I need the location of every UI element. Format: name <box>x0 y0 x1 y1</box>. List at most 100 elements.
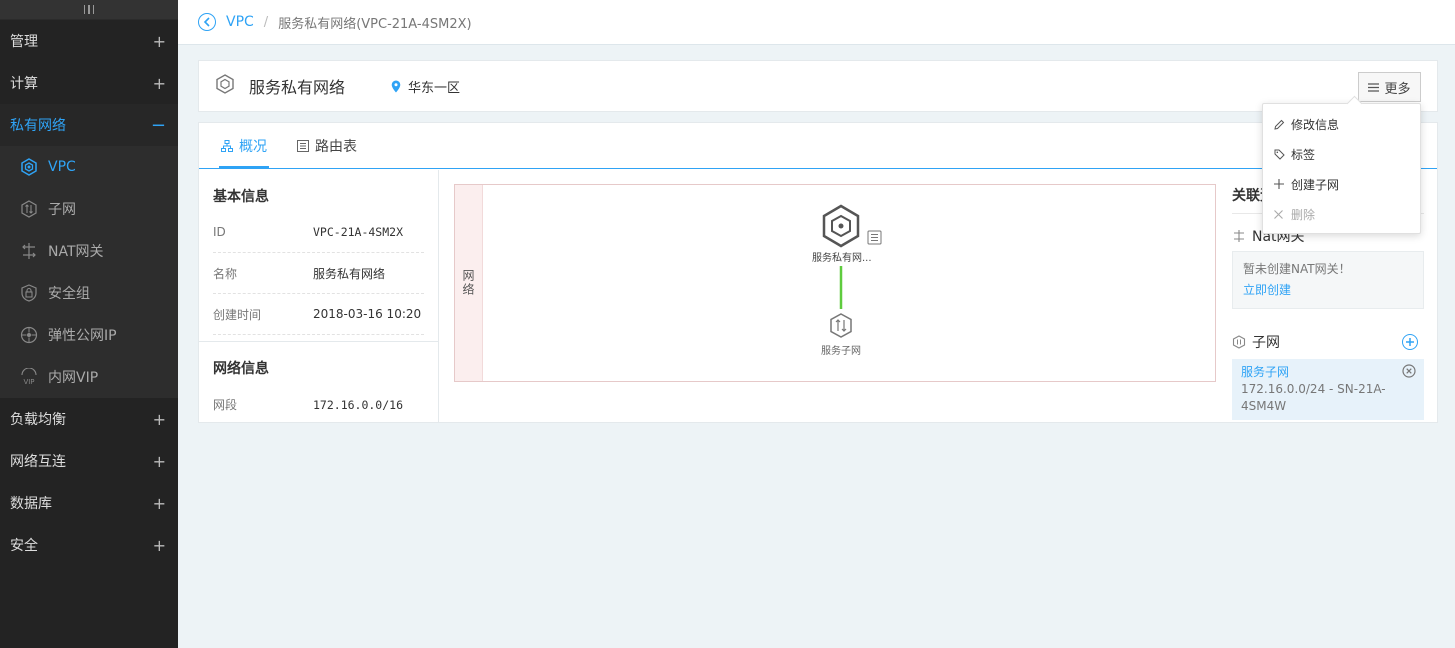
sidebar-group-private-network[interactable]: 私有网络 − <box>0 104 178 146</box>
expand-icon: + <box>152 73 166 93</box>
info-key: 创建时间 <box>213 307 262 322</box>
subnet-name-link[interactable]: 服务子网 <box>1241 364 1415 381</box>
menu-item-tags[interactable]: 标签 <box>1263 139 1420 169</box>
subnet-icon <box>20 200 38 218</box>
sidebar-item-subnet[interactable]: 子网 <box>0 188 178 230</box>
tab-label: 路由表 <box>315 138 357 155</box>
plus-icon <box>1274 179 1290 189</box>
breadcrumb-link-vpc[interactable]: VPC <box>226 14 254 30</box>
info-column: 基本信息 ID VPC-21A-4SM2X 名称 服务私有网络 创建时间 201… <box>199 170 439 423</box>
nat-empty-text: 暂未创建NAT网关！ <box>1243 262 1351 276</box>
detail-panel: 概况 路由表 基本信息 ID VPC-21A-4SM2X 名称 服务私有网络 创… <box>198 122 1438 423</box>
region-label: 华东一区 <box>408 80 461 96</box>
sidebar-group-label: 网络互连 <box>10 454 66 470</box>
menu-item-delete[interactable]: 删除 <box>1263 199 1420 229</box>
breadcrumb-separator: / <box>263 14 269 30</box>
menu-item-label: 删除 <box>1291 207 1316 222</box>
sidebar-group-label: 负载均衡 <box>10 412 66 428</box>
subnet-node-label: 服务子网 <box>821 346 861 357</box>
resource-header: 服务私有网络 华东一区 更多 <box>198 60 1438 112</box>
menu-icon <box>1368 82 1380 92</box>
sidebar-item-label: 子网 <box>48 202 76 218</box>
subnet-card: 服务子网 172.16.0.0/24 - SN-21A-4SM4W <box>1232 359 1424 420</box>
sidebar-submenu: VPC 子网 NAT网关 安全组 弹性公网IP VIP 内网VIP <box>0 146 178 398</box>
location-pin-icon <box>391 80 401 93</box>
menu-item-create-subnet[interactable]: 创建子网 <box>1263 169 1420 199</box>
info-key: 名称 <box>213 266 238 281</box>
sidebar-group-label: 数据库 <box>10 496 52 512</box>
page-title: 服务私有网络 <box>249 78 346 97</box>
breadcrumb-current: 服务私有网络(VPC-21A-4SM2X) <box>278 16 472 32</box>
subnet-node-icon[interactable] <box>830 313 852 338</box>
tab-bar: 概况 路由表 <box>199 123 1437 169</box>
topology-diagram: 网络 服务私有网... 服务子网 <box>454 184 1216 382</box>
more-dropdown-menu: 修改信息 标签 创建子网 删除 <box>1262 103 1421 234</box>
breadcrumb: VPC / 服务私有网络(VPC-21A-4SM2X) <box>178 0 1455 45</box>
svg-text:VIP: VIP <box>23 378 34 386</box>
nat-empty-state: 暂未创建NAT网关！ 立即创建 <box>1232 251 1424 309</box>
info-row-name: 名称 服务私有网络 <box>213 253 424 294</box>
sidebar-item-label: 弹性公网IP <box>48 328 117 344</box>
vpc-node-icon[interactable] <box>822 204 860 248</box>
subnet-detail: 172.16.0.0/24 - SN-21A-4SM4W <box>1241 382 1386 413</box>
menu-item-label: 创建子网 <box>1291 177 1340 192</box>
expand-icon: + <box>152 493 166 513</box>
info-key: 网段 <box>213 398 238 412</box>
sidebar-group-compute[interactable]: 计算 + <box>0 62 178 104</box>
menu-item-label: 修改信息 <box>1291 117 1340 132</box>
sidebar-group-security[interactable]: 安全 + <box>0 524 178 566</box>
pencil-icon <box>1274 119 1290 130</box>
sidebar-group-label: 管理 <box>10 34 38 50</box>
vpc-node-label: 服务私有网... <box>812 253 872 264</box>
sidebar-item-label: 安全组 <box>48 286 90 302</box>
vpc-icon <box>215 74 235 98</box>
more-button[interactable]: 更多 <box>1358 72 1421 102</box>
expand-icon: + <box>152 409 166 429</box>
sidebar-group-label: 计算 <box>10 76 38 92</box>
tab-overview[interactable]: 概况 <box>219 123 269 169</box>
sidebar-group-interconnect[interactable]: 网络互连 + <box>0 440 178 482</box>
sidebar-item-internal-vip[interactable]: VIP 内网VIP <box>0 356 178 398</box>
nat-gateway-icon <box>1232 229 1246 243</box>
subnet-section-title: 子网 <box>1232 329 1424 355</box>
subnet-section-label: 子网 <box>1252 335 1280 351</box>
sidebar-item-label: 内网VIP <box>48 370 99 386</box>
vpc-icon <box>20 158 38 176</box>
sidebar-item-security-group[interactable]: 安全组 <box>0 272 178 314</box>
tag-icon <box>1274 149 1290 160</box>
menu-item-edit[interactable]: 修改信息 <box>1263 109 1420 139</box>
collapse-icon: − <box>150 114 166 136</box>
sidebar-group-label: 私有网络 <box>10 118 66 134</box>
back-icon[interactable] <box>198 13 216 31</box>
basic-info-title: 基本信息 <box>213 189 269 205</box>
table-icon <box>297 139 309 152</box>
expand-icon: + <box>152 31 166 51</box>
sidebar-collapse-handle[interactable] <box>0 0 178 20</box>
info-key: ID <box>213 225 226 239</box>
info-value: VPC-21A-4SM2X <box>313 225 404 239</box>
subnet-icon <box>1232 335 1246 349</box>
create-nat-link[interactable]: 立即创建 <box>1243 280 1413 301</box>
sidebar: 管理 + 计算 + 私有网络 − VPC 子网 NAT网关 安全组 弹性公网IP… <box>0 0 178 648</box>
sidebar-item-elastic-ip[interactable]: 弹性公网IP <box>0 314 178 356</box>
sidebar-item-nat-gateway[interactable]: NAT网关 <box>0 230 178 272</box>
add-subnet-button[interactable] <box>1402 334 1418 350</box>
tab-route-table[interactable]: 路由表 <box>297 123 357 168</box>
info-row-cidr: 网段 172.16.0.0/16 <box>213 384 424 425</box>
sidebar-group-label: 安全 <box>10 538 38 554</box>
sidebar-group-load-balancing[interactable]: 负载均衡 + <box>0 398 178 440</box>
sidebar-group-management[interactable]: 管理 + <box>0 20 178 62</box>
sidebar-item-vpc[interactable]: VPC <box>0 146 178 188</box>
sidebar-group-database[interactable]: 数据库 + <box>0 482 178 524</box>
expand-icon: + <box>152 535 166 555</box>
nat-gateway-icon <box>20 242 38 260</box>
detach-icon[interactable] <box>1402 364 1416 378</box>
menu-item-label: 标签 <box>1291 147 1316 162</box>
lock-icon <box>20 284 38 302</box>
sidebar-item-label: NAT网关 <box>48 244 104 260</box>
expand-icon: + <box>152 451 166 471</box>
topology-icon <box>221 139 233 152</box>
route-table-icon[interactable] <box>867 230 882 245</box>
info-value: 172.16.0.0/16 <box>313 397 404 412</box>
elastic-ip-icon <box>20 326 38 344</box>
